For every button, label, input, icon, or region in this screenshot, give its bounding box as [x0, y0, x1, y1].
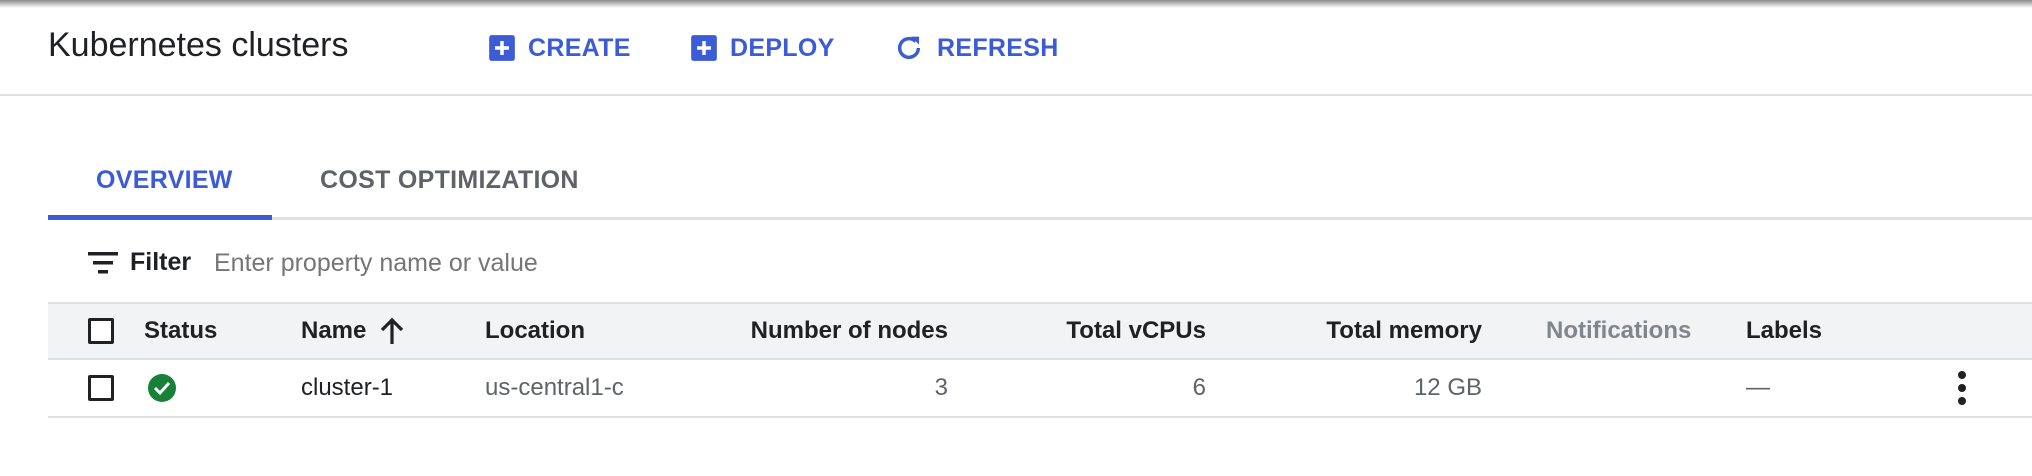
filter-input[interactable]: [212, 242, 916, 284]
refresh-icon: [893, 32, 925, 64]
select-all-checkbox[interactable]: [88, 318, 114, 344]
header-bar: Kubernetes clusters CREATE DEPLOY REFRES…: [0, 0, 2032, 96]
add-box-icon: [690, 34, 718, 62]
tab-cost-optimization[interactable]: COST OPTIMIZATION: [320, 166, 579, 195]
row-menu-cell: [1958, 360, 1966, 416]
tab-overview[interactable]: OVERVIEW: [96, 166, 233, 195]
table-row: cluster-1 us-central1-c 3 6 12 GB —: [48, 360, 2032, 418]
cluster-labels: —: [1746, 374, 1770, 401]
cluster-location: us-central1-c: [485, 374, 624, 401]
cluster-memory: 12 GB: [1413, 374, 1482, 401]
refresh-button[interactable]: REFRESH: [893, 30, 1059, 66]
select-all-cell: [88, 304, 114, 358]
tab-bar: OVERVIEW COST OPTIMIZATION: [48, 150, 2032, 220]
column-header-labels[interactable]: Labels: [1746, 304, 1822, 358]
column-header-status[interactable]: Status: [144, 304, 217, 358]
filter-label: Filter: [130, 248, 192, 276]
deploy-label: DEPLOY: [730, 33, 835, 62]
column-header-name-label: Name: [301, 317, 367, 344]
table-header: Status Name Location Number of nodes Tot…: [48, 302, 2032, 360]
page: Kubernetes clusters CREATE DEPLOY REFRES…: [0, 0, 2032, 476]
deploy-button[interactable]: DEPLOY: [690, 30, 835, 66]
row-checkbox[interactable]: [88, 375, 114, 401]
page-title: Kubernetes clusters: [48, 26, 349, 64]
arrow-up-icon: [380, 317, 404, 345]
refresh-label: REFRESH: [937, 33, 1059, 62]
add-box-icon: [488, 34, 516, 62]
column-header-vcpus[interactable]: Total vCPUs: [948, 304, 1206, 358]
cluster-vcpus: 6: [1192, 374, 1206, 401]
more-vert-icon[interactable]: [1958, 371, 1966, 405]
check-circle-icon: [148, 374, 176, 402]
filter-bar: Filter: [48, 232, 2032, 294]
column-header-location[interactable]: Location: [485, 304, 585, 358]
cluster-nodes: 3: [934, 374, 948, 401]
column-header-nodes[interactable]: Number of nodes: [648, 304, 948, 358]
status-cell: [148, 360, 176, 416]
column-header-memory[interactable]: Total memory: [1206, 304, 1482, 358]
tab-selected-indicator: [48, 215, 272, 220]
create-button[interactable]: CREATE: [488, 30, 631, 66]
clusters-table: Status Name Location Number of nodes Tot…: [48, 302, 2032, 418]
cluster-name[interactable]: cluster-1: [301, 360, 393, 416]
filter-list-icon[interactable]: [88, 252, 118, 279]
create-label: CREATE: [528, 33, 631, 62]
column-header-notifications: Notifications: [1546, 317, 1692, 344]
column-header-name[interactable]: Name: [301, 304, 404, 358]
row-select-cell: [88, 360, 114, 416]
